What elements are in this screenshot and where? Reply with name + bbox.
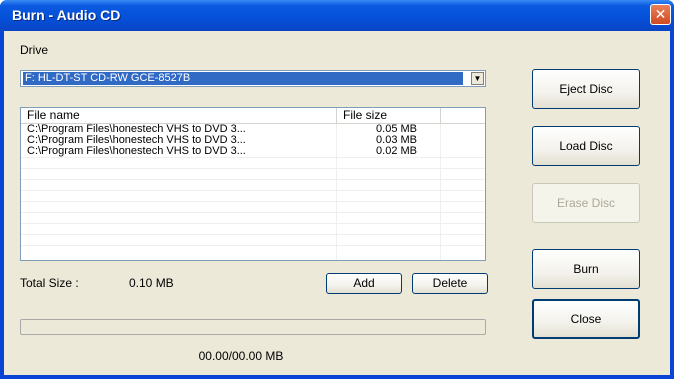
progress-text: 00.00/00.00 MB	[198, 349, 284, 363]
row-divider	[21, 234, 485, 235]
row-divider	[21, 245, 485, 246]
row-divider	[21, 212, 485, 213]
row-divider	[21, 201, 485, 202]
row-divider	[21, 190, 485, 191]
drive-label: Drive	[20, 43, 49, 57]
total-size-label: Total Size :	[20, 276, 79, 290]
window-title: Burn - Audio CD	[12, 7, 121, 23]
drive-selected-value: F: HL-DT-ST CD-RW GCE-8527B	[23, 72, 463, 85]
delete-button[interactable]: Delete	[412, 273, 488, 294]
file-name-cell: C:\Program Files\honestech VHS to DVD 3.…	[27, 135, 246, 146]
load-disc-button[interactable]: Load Disc	[532, 126, 640, 166]
file-list-rows: C:\Program Files\honestech VHS to DVD 3.…	[21, 124, 485, 157]
dialog-body: Drive F: HL-DT-ST CD-RW GCE-8527B ▼ File…	[4, 31, 670, 375]
table-row[interactable]: C:\Program Files\honestech VHS to DVD 3.…	[21, 146, 485, 157]
file-size-cell: 0.03 MB	[376, 135, 417, 146]
row-divider	[21, 179, 485, 180]
chevron-down-icon[interactable]: ▼	[471, 72, 484, 85]
close-icon: ✕	[654, 6, 667, 22]
file-size-cell: 0.02 MB	[376, 146, 417, 157]
column-header-file-name[interactable]: File name	[21, 108, 337, 123]
close-button[interactable]: Close	[532, 299, 640, 339]
column-header-file-size[interactable]: File size	[337, 108, 441, 123]
total-size-value: 0.10 MB	[129, 276, 174, 290]
row-divider	[21, 157, 485, 158]
column-header-empty	[441, 108, 485, 123]
file-list-header: File name File size	[21, 108, 485, 124]
burn-audio-cd-window: Burn - Audio CD ✕ Drive F: HL-DT-ST CD-R…	[0, 0, 674, 379]
file-name-cell: C:\Program Files\honestech VHS to DVD 3.…	[27, 146, 246, 157]
file-name-cell: C:\Program Files\honestech VHS to DVD 3.…	[27, 124, 246, 135]
table-row[interactable]: C:\Program Files\honestech VHS to DVD 3.…	[21, 124, 485, 135]
row-divider	[21, 168, 485, 169]
close-window-button[interactable]: ✕	[650, 4, 671, 25]
file-list[interactable]: File name File size C:\Program Files\hon…	[20, 107, 486, 261]
eject-disc-button[interactable]: Eject Disc	[532, 69, 640, 109]
erase-disc-button: Erase Disc	[532, 183, 640, 223]
row-divider	[21, 223, 485, 224]
drive-dropdown[interactable]: F: HL-DT-ST CD-RW GCE-8527B ▼	[20, 70, 486, 87]
burn-button[interactable]: Burn	[532, 249, 640, 289]
add-button[interactable]: Add	[326, 273, 402, 294]
title-bar[interactable]: Burn - Audio CD ✕	[0, 0, 674, 31]
burn-progress-bar	[20, 319, 486, 335]
file-size-cell: 0.05 MB	[376, 124, 417, 135]
table-row[interactable]: C:\Program Files\honestech VHS to DVD 3.…	[21, 135, 485, 146]
